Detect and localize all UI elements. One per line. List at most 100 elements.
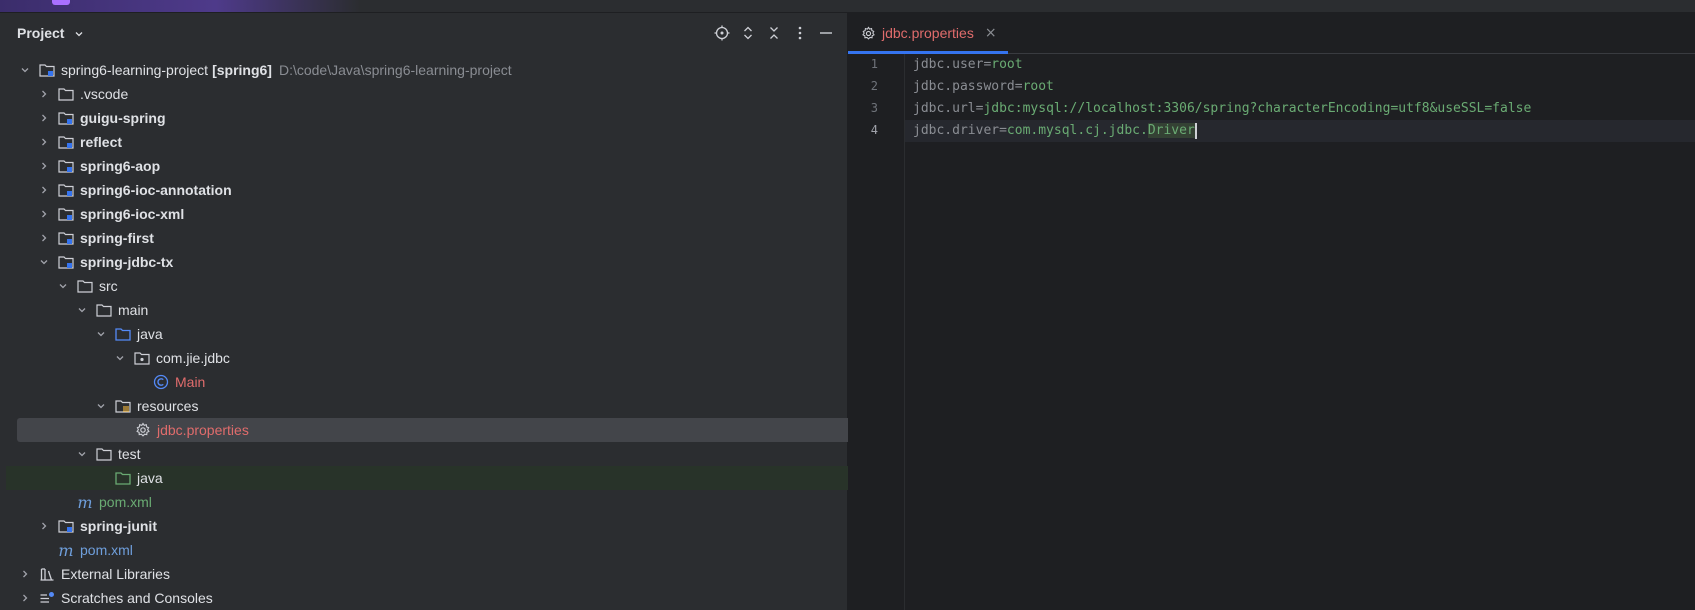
tree-item-spring-jdbc-tx[interactable]: spring-jdbc-tx [0, 250, 884, 274]
maven-icon: m [58, 540, 74, 560]
property-value-highlight: Driver [1147, 123, 1195, 138]
tree-item-root[interactable]: spring6-learning-project [spring6] D:\co… [0, 58, 865, 82]
property-key: jdbc.driver= [913, 123, 1007, 138]
tree-label: main [118, 302, 149, 318]
expand-all-icon[interactable] [739, 24, 757, 42]
tree-label: test [118, 446, 141, 462]
tab-jdbc-properties[interactable]: jdbc.properties × [848, 13, 1008, 54]
chevron-down-icon[interactable] [113, 351, 127, 365]
line-number-current: 4 [870, 123, 878, 137]
module-folder-icon [57, 134, 75, 150]
tree-label: spring6-aop [80, 158, 161, 174]
tree-label: resources [137, 398, 199, 414]
tree-label: guigu-spring [80, 110, 166, 126]
property-value: root [991, 57, 1023, 72]
module-folder-icon [57, 518, 75, 534]
tree-label: com.jie.jdbc [156, 350, 230, 366]
line-number: 3 [870, 101, 878, 115]
root-name: spring6-learning-project [61, 62, 209, 78]
tree-item-external-libraries[interactable]: External Libraries [0, 562, 865, 586]
tree-item-spring-junit[interactable]: spring-junit [0, 514, 884, 538]
module-folder-icon [57, 110, 75, 126]
tree-label: pom.xml [99, 494, 152, 510]
code-line[interactable]: jdbc.url=jdbc:mysql://localhost:3306/spr… [905, 98, 1695, 120]
property-value: com.mysql.cj.jdbc. [1006, 123, 1148, 138]
tree-item-src[interactable]: src [0, 274, 903, 298]
chevron-right-icon[interactable] [37, 183, 51, 197]
tree-label: Main [175, 374, 206, 390]
class-icon [152, 374, 170, 390]
code-line[interactable]: jdbc.user=root [905, 54, 1695, 76]
property-value: root [1022, 79, 1054, 94]
chevron-down-icon[interactable] [94, 327, 108, 341]
module-folder-icon [57, 254, 75, 270]
chevron-right-icon[interactable] [18, 567, 32, 581]
tree-item-java-main[interactable]: java [0, 322, 941, 346]
chevron-down-icon[interactable] [18, 63, 32, 77]
module-folder-icon [57, 206, 75, 222]
window-top-strip [0, 0, 1695, 13]
code-line[interactable]: jdbc.password=root [905, 76, 1695, 98]
minimize-icon[interactable] [817, 24, 835, 42]
code-line-current[interactable]: jdbc.driver=com.mysql.cj.jdbc.Driver [905, 120, 1695, 142]
tree-item-spring6-ioc-xml[interactable]: spring6-ioc-xml [0, 202, 884, 226]
tree-item-guigu-spring[interactable]: guigu-spring [0, 106, 884, 130]
tree-item-main[interactable]: main [0, 298, 922, 322]
project-color-badge [52, 0, 70, 5]
chevron-right-icon[interactable] [37, 231, 51, 245]
tree-item-package[interactable]: com.jie.jdbc [0, 346, 960, 370]
folder-icon [95, 302, 113, 318]
tree-item-spring6-aop[interactable]: spring6-aop [0, 154, 884, 178]
line-number: 1 [870, 57, 878, 71]
collapse-all-icon[interactable] [765, 24, 783, 42]
tree-item-pom-module[interactable]: m pom.xml [0, 490, 923, 514]
folder-icon [76, 278, 94, 294]
property-value: jdbc:mysql://localhost:3306/spring?chara… [983, 101, 1532, 116]
tree-item-pom-root[interactable]: m pom.xml [0, 538, 904, 562]
tree-item-vscode[interactable]: .vscode [0, 82, 884, 106]
gear-icon [861, 25, 876, 41]
tree-item-test[interactable]: test [0, 442, 922, 466]
locate-icon[interactable] [713, 24, 731, 42]
tree-item-scratches[interactable]: Scratches and Consoles [0, 586, 865, 610]
chevron-down-icon[interactable] [75, 447, 89, 461]
tree-label: src [99, 278, 118, 294]
chevron-right-icon[interactable] [37, 207, 51, 221]
folder-icon [95, 446, 113, 462]
panel-title: Project [17, 25, 65, 41]
more-options-icon[interactable] [791, 24, 809, 42]
chevron-right-icon[interactable] [37, 87, 51, 101]
chevron-right-icon[interactable] [37, 135, 51, 149]
tree-label: Scratches and Consoles [61, 590, 213, 606]
tree-label: reflect [80, 134, 123, 150]
tree-item-spring6-ioc-annotation[interactable]: spring6-ioc-annotation [0, 178, 884, 202]
source-folder-icon [114, 326, 132, 342]
tree-label: spring-jdbc-tx [80, 254, 174, 270]
folder-icon [57, 86, 75, 102]
maven-icon: m [77, 492, 93, 512]
chevron-down-icon[interactable] [94, 399, 108, 413]
chevron-down-icon[interactable] [56, 279, 70, 293]
tree-label: java [137, 470, 163, 486]
module-folder-icon [38, 62, 56, 78]
chevron-right-icon[interactable] [18, 591, 32, 605]
tree-label: spring6-ioc-annotation [80, 182, 232, 198]
tree-item-reflect[interactable]: reflect [0, 130, 884, 154]
tree-item-jdbc-properties[interactable]: jdbc.properties [17, 418, 952, 442]
chevron-down-icon[interactable] [75, 303, 89, 317]
module-folder-icon [57, 182, 75, 198]
tree-label: spring-first [80, 230, 154, 246]
chevron-down-icon[interactable] [37, 255, 51, 269]
editor-pane: jdbc.properties × 1 2 3 4 jdbc.user=root… [848, 13, 1695, 610]
chevron-right-icon[interactable] [37, 519, 51, 533]
tree-item-java-test[interactable]: java [6, 466, 955, 490]
chevron-right-icon[interactable] [37, 159, 51, 173]
chevron-right-icon[interactable] [37, 111, 51, 125]
test-folder-icon [114, 470, 132, 486]
project-view-dropdown[interactable]: Project [17, 25, 84, 42]
tab-label: jdbc.properties [882, 25, 974, 41]
close-icon[interactable]: × [985, 25, 997, 41]
tree-item-spring-first[interactable]: spring-first [0, 226, 884, 250]
tree-item-resources[interactable]: resources [0, 394, 941, 418]
package-icon [133, 350, 151, 366]
